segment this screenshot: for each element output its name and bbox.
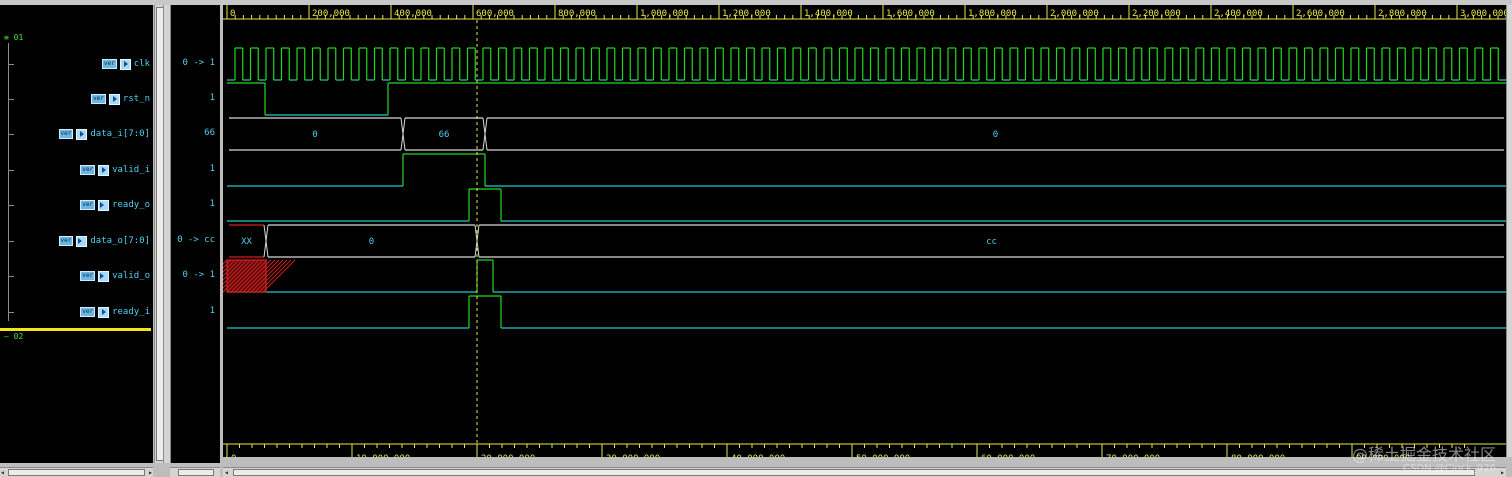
tree-branch <box>8 276 14 277</box>
tree-branch <box>8 312 14 313</box>
scroll-thumb[interactable] <box>233 469 1475 476</box>
ruler-label: 2,600,000 <box>1296 9 1345 19</box>
value-pane-splitter[interactable] <box>163 5 171 463</box>
verilog-badge-icon: ver <box>80 200 96 210</box>
tree-branch <box>8 99 14 100</box>
bus-value-label: 0 <box>369 237 374 247</box>
bus-value-label: 0 <box>993 130 998 140</box>
group-selection-bar <box>0 328 151 331</box>
ruler-label: 2,800,000 <box>1378 9 1427 19</box>
signal-value: 66 <box>204 128 215 138</box>
tree-branch <box>8 64 14 65</box>
ruler-label: 40,000,000 <box>731 454 785 457</box>
ruler-label: 80,000,000 <box>1231 454 1285 457</box>
bus-value-label: cc <box>986 237 997 247</box>
signal-value: 1 <box>209 164 215 174</box>
input-port-icon <box>98 306 110 318</box>
tree-branch <box>8 205 14 206</box>
ruler-label: 800,000 <box>558 9 596 19</box>
signal-name: clk <box>133 59 150 69</box>
signal-name: valid_i <box>112 165 150 175</box>
ruler-label: 1,000,000 <box>640 9 689 19</box>
tree-branch <box>8 241 14 242</box>
ruler-label: 2,400,000 <box>1214 9 1263 19</box>
tree-branch <box>8 134 14 135</box>
signal-value: 1 <box>209 93 215 103</box>
group-01-label[interactable]: ≡ 01 <box>4 33 23 42</box>
signal-value: 1 <box>209 199 215 209</box>
verilog-badge-icon: ver <box>80 307 96 317</box>
scroll-thumb[interactable] <box>8 469 145 476</box>
ruler-label: 10,000,000 <box>356 454 410 457</box>
value-pane: 0 -> 1 1 66 1 1 0 -> cc 0 -> 1 1 <box>170 5 220 463</box>
verilog-badge-icon: ver <box>80 271 96 281</box>
ruler-label: 600,000 <box>476 9 514 19</box>
signal-row[interactable]: ver data_i[7:0] <box>58 127 150 141</box>
signal-row[interactable]: ver clk <box>101 57 150 71</box>
signal-name: data_i[7:0] <box>90 129 150 139</box>
signal-row[interactable]: ver ready_i <box>80 305 150 319</box>
signal-row[interactable]: ver valid_i <box>80 163 150 177</box>
tree-line <box>8 43 9 321</box>
verilog-badge-icon: ver <box>58 236 74 246</box>
ruler-label: 1,400,000 <box>804 9 853 19</box>
ruler-label: 3,000,000 <box>1460 9 1506 19</box>
output-port-icon <box>98 270 110 282</box>
output-port-icon <box>76 235 88 247</box>
signal-value: 0 -> 1 <box>182 58 215 68</box>
signal-name: rst_n <box>122 94 150 104</box>
ruler-label: 1,800,000 <box>968 9 1017 19</box>
ruler-label: 1,200,000 <box>722 9 771 19</box>
ruler-label: 1,600,000 <box>886 9 935 19</box>
verilog-badge-icon: ver <box>91 94 106 104</box>
ruler-label: 0 <box>231 454 236 457</box>
input-port-icon <box>119 58 131 70</box>
signal-value: 0 -> 1 <box>182 270 215 280</box>
bus-value-label: XX <box>241 237 252 247</box>
ruler-label: 0 <box>230 9 235 19</box>
signal-name: ready_o <box>112 200 150 210</box>
signal-row[interactable]: ver data_o[7:0] <box>58 234 150 248</box>
bus-value-label: 0 <box>312 130 317 140</box>
group-02-label[interactable]: — 02 <box>4 332 23 341</box>
input-port-icon <box>98 164 110 176</box>
signal-row[interactable]: ver ready_o <box>80 198 150 212</box>
ruler-label: 2,200,000 <box>1132 9 1181 19</box>
ruler-label: 50,000,000 <box>856 454 910 457</box>
signal-name: ready_i <box>112 307 150 317</box>
verilog-badge-icon: ver <box>80 165 96 175</box>
signal-name-pane: ≡ 01 ver clk ver rst_n ver data_i[7:0] ver vali… <box>0 5 153 463</box>
signal-row[interactable]: ver valid_o <box>80 269 150 283</box>
ruler-label: 400,000 <box>394 9 432 19</box>
hatch-line <box>262 259 296 293</box>
verilog-badge-icon: ver <box>58 129 74 139</box>
ruler-label: 60,000,000 <box>981 454 1035 457</box>
input-port-icon <box>108 93 120 105</box>
signal-name: data_o[7:0] <box>90 236 150 246</box>
ruler-label: 30,000,000 <box>606 454 660 457</box>
ruler-label: 70,000,000 <box>1106 454 1160 457</box>
ruler-label: 200,000 <box>312 9 350 19</box>
output-port-icon <box>98 199 110 211</box>
signal-value: 0 -> cc <box>177 235 215 245</box>
watermark: @稀土掘金技术社区 CSDN @Clock_926 <box>1351 444 1496 474</box>
verilog-badge-icon: ver <box>101 59 117 69</box>
bus-value-label: 66 <box>439 130 450 140</box>
signal-name: valid_o <box>112 271 150 281</box>
ruler-label: 20,000,000 <box>481 454 535 457</box>
waveform-canvas[interactable]: 0 200,000 400,000 600,000 800,000 1,000,000 1,… <box>223 5 1506 457</box>
scroll-thumb[interactable] <box>178 469 214 476</box>
input-port-icon <box>76 128 88 140</box>
tree-branch <box>8 170 14 171</box>
waveform-pane[interactable]: 0 200,000 400,000 600,000 800,000 1,000,000 1,… <box>223 5 1506 457</box>
ruler-label: 2,000,000 <box>1050 9 1099 19</box>
signal-row[interactable]: ver rst_n <box>91 92 150 106</box>
signal-value: 1 <box>209 306 215 316</box>
waveform-vscroll[interactable] <box>1506 5 1512 457</box>
